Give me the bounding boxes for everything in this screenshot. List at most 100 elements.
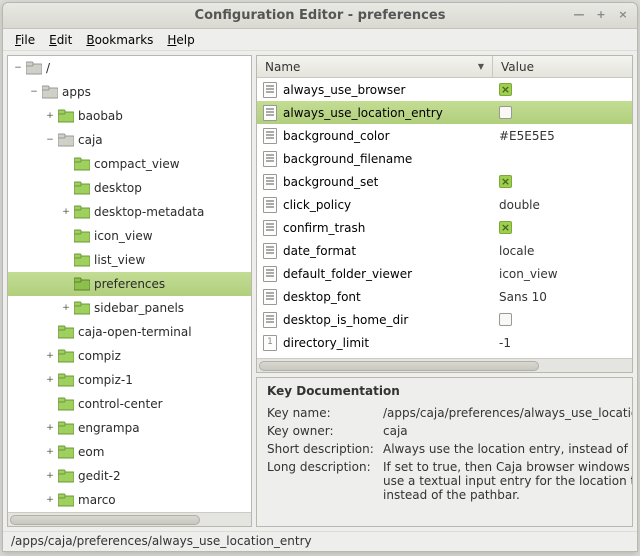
expander-icon[interactable]: + [44, 446, 56, 458]
column-value[interactable]: Value [493, 56, 632, 77]
menu-edit[interactable]: Edit [43, 31, 78, 49]
tree-item[interactable]: + marco [8, 488, 251, 512]
table-row[interactable]: always_use_browser [257, 78, 632, 101]
table-header: Name ▼ Value [257, 56, 632, 78]
statusbar: /apps/caja/preferences/always_use_locati… [3, 531, 637, 551]
expander-icon[interactable]: + [44, 470, 56, 482]
tree-caja[interactable]: − caja [8, 128, 251, 152]
doc-short-value: Always use the location entry, instead o… [383, 442, 633, 456]
tree-apps[interactable]: − apps [8, 80, 251, 104]
tree-item[interactable]: + sidebar_panels [8, 296, 251, 320]
key-value[interactable] [493, 313, 632, 326]
expander-icon[interactable]: − [28, 86, 40, 98]
tree-item[interactable]: caja-open-terminal [8, 320, 251, 344]
expander-icon[interactable]: − [12, 62, 24, 74]
key-value[interactable] [493, 106, 632, 119]
key-value[interactable]: double [493, 198, 632, 212]
doc-heading: Key Documentation [267, 384, 622, 398]
folder-icon [58, 445, 74, 459]
menubar: File Edit Bookmarks Help [3, 29, 637, 51]
tree-item[interactable]: desktop [8, 176, 251, 200]
expander-icon[interactable]: + [44, 374, 56, 386]
expander-icon[interactable]: + [60, 206, 72, 218]
table-row[interactable]: desktop_is_home_dir [257, 308, 632, 331]
tree-item[interactable]: icon_view [8, 224, 251, 248]
tree-item[interactable]: + eom [8, 440, 251, 464]
key-name: background_filename [283, 152, 412, 166]
folder-icon [58, 349, 74, 363]
key-name: desktop_font [283, 290, 361, 304]
tree-root[interactable]: − / [8, 56, 251, 80]
key-name: confirm_trash [283, 221, 365, 235]
tree-preferences[interactable]: preferences [8, 272, 251, 296]
expander-icon[interactable]: − [44, 134, 56, 146]
table-row[interactable]: background_color#E5E5E5 [257, 124, 632, 147]
column-name[interactable]: Name ▼ [257, 56, 493, 77]
close-button[interactable]: × [615, 8, 631, 24]
key-value[interactable]: icon_view [493, 267, 632, 281]
key-value[interactable] [493, 175, 632, 188]
menu-help[interactable]: Help [161, 31, 200, 49]
tree-pane: − / − apps + baobab − caja [7, 55, 252, 527]
table-row[interactable]: click_policydouble [257, 193, 632, 216]
key-name: always_use_browser [283, 83, 405, 97]
doc-keyowner-label: Key owner: [267, 424, 379, 438]
checkbox[interactable] [499, 106, 512, 119]
folder-icon [58, 469, 74, 483]
key-table-pane: Name ▼ Value always_use_browseralways_us… [256, 55, 633, 373]
tree-item[interactable]: + engrampa [8, 416, 251, 440]
minimize-button[interactable]: — [571, 8, 587, 24]
table-scrollbar[interactable] [257, 358, 632, 372]
tree-item[interactable]: compact_view [8, 152, 251, 176]
folder-icon [74, 277, 90, 291]
expander-icon[interactable]: + [60, 302, 72, 314]
doc-long-value: If set to true, then Caja browser window… [383, 460, 633, 502]
menu-bookmarks[interactable]: Bookmarks [80, 31, 159, 49]
tree-baobab[interactable]: + baobab [8, 104, 251, 128]
tree-item[interactable]: + compiz [8, 344, 251, 368]
tree-item[interactable]: list_view [8, 248, 251, 272]
table-body[interactable]: always_use_browser always_use_location_en… [257, 78, 632, 358]
tree-body[interactable]: − / − apps + baobab − caja [8, 56, 251, 512]
folder-icon [74, 253, 90, 267]
checkbox[interactable] [499, 221, 512, 234]
table-row[interactable]: always_use_location_entry [257, 101, 632, 124]
expander-icon[interactable]: + [44, 110, 56, 122]
folder-icon [74, 205, 90, 219]
maximize-button[interactable]: + [593, 8, 609, 24]
tree-scrollbar[interactable] [8, 512, 251, 526]
key-value[interactable]: locale [493, 244, 632, 258]
table-row[interactable]: date_formatlocale [257, 239, 632, 262]
checkbox[interactable] [499, 83, 512, 96]
key-value[interactable]: -1 [493, 336, 632, 350]
expander-icon[interactable]: + [44, 422, 56, 434]
expander-icon[interactable]: + [44, 494, 56, 506]
key-icon [263, 105, 277, 121]
key-value[interactable]: #E5E5E5 [493, 129, 632, 143]
key-value[interactable] [493, 83, 632, 96]
table-row[interactable]: background_filename [257, 147, 632, 170]
tree-item[interactable]: + desktop-metadata [8, 200, 251, 224]
doc-keyname-label: Key name: [267, 406, 379, 420]
key-icon [263, 243, 277, 259]
folder-icon [74, 301, 90, 315]
checkbox[interactable] [499, 175, 512, 188]
table-row[interactable]: default_folder_viewericon_view [257, 262, 632, 285]
folder-icon [74, 229, 90, 243]
table-row[interactable]: desktop_font Sans 10 [257, 285, 632, 308]
key-value[interactable] [493, 221, 632, 234]
folder-icon [58, 493, 74, 507]
tree-item[interactable]: control-center [8, 392, 251, 416]
menu-file[interactable]: File [9, 31, 41, 49]
checkbox[interactable] [499, 313, 512, 326]
tree-item[interactable]: + compiz-1 [8, 368, 251, 392]
key-icon [263, 312, 277, 328]
expander-icon[interactable]: + [44, 350, 56, 362]
table-row[interactable]: background_set [257, 170, 632, 193]
table-row[interactable]: directory_limit-1 [257, 331, 632, 354]
table-row[interactable]: confirm_trash [257, 216, 632, 239]
key-value[interactable]: Sans 10 [493, 290, 632, 304]
folder-icon [58, 325, 74, 339]
titlebar[interactable]: Configuration Editor - preferences — + × [3, 3, 637, 29]
tree-item[interactable]: + gedit-2 [8, 464, 251, 488]
